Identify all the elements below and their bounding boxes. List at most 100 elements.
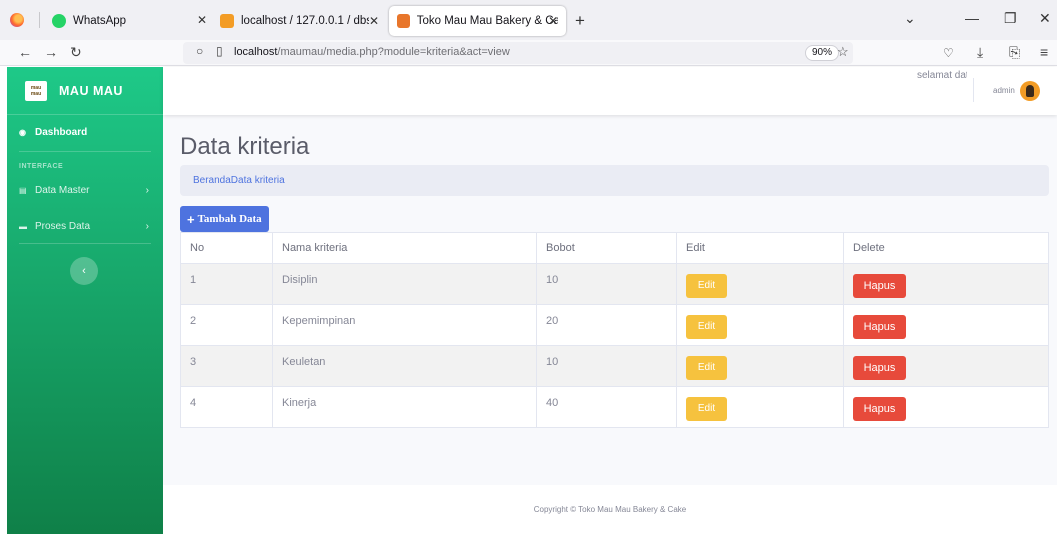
page-info-icon[interactable]: ▯ xyxy=(216,44,223,58)
topbar: selamat datang admin xyxy=(163,67,1057,115)
forward-arrow-icon[interactable]: → xyxy=(44,44,58,60)
main-content: selamat datang admin Data kriteria Beran… xyxy=(163,67,1057,534)
column-header-nama[interactable]: Nama kriteria xyxy=(272,232,537,264)
sidebar-divider xyxy=(19,151,151,152)
cell-edit: Edit xyxy=(676,304,844,346)
sidebar-brand[interactable]: mau mau MAU MAU xyxy=(7,67,163,115)
download-icon[interactable]: ⤓ xyxy=(977,44,983,61)
pocket-icon[interactable]: ♡ xyxy=(943,46,954,60)
cell-delete: Hapus xyxy=(843,263,1049,305)
folder-icon: ▬ xyxy=(19,221,27,231)
tab-list-chevron-icon[interactable]: ⌄ xyxy=(904,10,916,27)
criteria-table: No Nama kriteria Bobot Edit Delete 1 Dis… xyxy=(180,232,1049,428)
restore-icon[interactable]: ❐ xyxy=(1004,10,1017,27)
table-header-row: No Nama kriteria Bobot Edit Delete xyxy=(180,232,1049,264)
tab-phpmyadmin[interactable]: localhost / 127.0.0.1 / dbs_mau ✕ xyxy=(212,6,387,36)
delete-button[interactable]: Hapus xyxy=(853,356,906,380)
sidebar-item-label: Data Master xyxy=(35,184,90,196)
user-avatar[interactable] xyxy=(1020,81,1040,101)
cell-no: 2 xyxy=(180,304,273,346)
cell-edit: Edit xyxy=(676,263,844,305)
close-tab-icon[interactable]: ✕ xyxy=(548,14,558,28)
cell-nama: Disiplin xyxy=(272,263,537,305)
greeting-text: selamat datang xyxy=(917,70,967,81)
cell-no: 4 xyxy=(180,386,273,428)
sidebar-heading: INTERFACE xyxy=(19,163,64,170)
cell-delete: Hapus xyxy=(843,304,1049,346)
cell-edit: Edit xyxy=(676,345,844,387)
sidebar: mau mau MAU MAU ◉ Dashboard INTERFACE ▤ … xyxy=(7,67,163,534)
column-header-edit[interactable]: Edit xyxy=(676,232,844,264)
cell-delete: Hapus xyxy=(843,386,1049,428)
sidebar-toggle-button[interactable]: ‹ xyxy=(70,257,98,285)
column-header-no[interactable]: No xyxy=(180,232,273,264)
tab-toko-mau-mau[interactable]: Toko Mau Mau Bakery & Cake ✕ xyxy=(389,6,566,36)
tab-whatsapp[interactable]: WhatsApp xyxy=(44,6,194,36)
cell-nama: Keuletan xyxy=(272,345,537,387)
cell-no: 1 xyxy=(180,263,273,305)
copyright-text: Copyright © Toko Mau Mau Bakery & Cake xyxy=(533,505,687,514)
shop-icon xyxy=(397,14,410,28)
cell-edit: Edit xyxy=(676,386,844,428)
footer: Copyright © Toko Mau Mau Bakery & Cake xyxy=(163,485,1057,534)
cell-nama: Kinerja xyxy=(272,386,537,428)
edit-button[interactable]: Edit xyxy=(686,356,727,380)
user-name[interactable]: admin xyxy=(993,86,1015,95)
tab-separator xyxy=(39,12,40,28)
sidebar-item-data-master[interactable]: ▤ Data Master › xyxy=(7,178,163,202)
extensions-icon[interactable]: ⎘ xyxy=(1009,44,1020,61)
plus-icon: + xyxy=(187,211,195,227)
tab-label: localhost / 127.0.0.1 / dbs_mau xyxy=(241,15,369,27)
cell-bobot: 40 xyxy=(536,386,677,428)
breadcrumb[interactable]: BerandaData kriteria xyxy=(180,165,1049,196)
cell-bobot: 20 xyxy=(536,304,677,346)
sidebar-item-dashboard[interactable]: ◉ Dashboard xyxy=(7,120,163,144)
phpmyadmin-icon xyxy=(220,14,234,28)
minimize-icon[interactable]: — xyxy=(965,10,979,26)
cell-delete: Hapus xyxy=(843,345,1049,387)
database-icon: ▤ xyxy=(19,185,27,195)
firefox-icon[interactable] xyxy=(10,13,24,27)
cell-no: 3 xyxy=(180,345,273,387)
delete-button[interactable]: Hapus xyxy=(853,274,906,298)
close-tab-icon[interactable]: ✕ xyxy=(197,13,207,27)
chevron-left-icon: ‹ xyxy=(82,265,86,277)
tab-label: Toko Mau Mau Bakery & Cake xyxy=(416,15,558,27)
zoom-level-badge[interactable]: 90% xyxy=(805,45,840,61)
table-row: 3 Keuletan 10 Edit Hapus xyxy=(180,345,1049,387)
brand-name: MAU MAU xyxy=(59,83,123,98)
sidebar-item-label: Dashboard xyxy=(35,126,88,138)
sidebar-divider xyxy=(19,243,151,244)
whatsapp-icon xyxy=(52,14,66,28)
sidebar-item-proses-data[interactable]: ▬ Proses Data › xyxy=(7,214,163,238)
chevron-right-icon: › xyxy=(145,220,149,232)
close-window-icon[interactable]: ✕ xyxy=(1039,10,1051,27)
cell-bobot: 10 xyxy=(536,345,677,387)
page-title: Data kriteria xyxy=(180,133,310,160)
delete-button[interactable]: Hapus xyxy=(853,397,906,421)
table-row: 1 Disiplin 10 Edit Hapus xyxy=(180,263,1049,305)
new-tab-button[interactable]: + xyxy=(575,11,585,31)
sidebar-item-label: Proses Data xyxy=(35,220,91,232)
table-row: 2 Kepemimpinan 20 Edit Hapus xyxy=(180,304,1049,346)
column-header-delete[interactable]: Delete xyxy=(843,232,1049,264)
browser-tab-strip: WhatsApp ✕ localhost / 127.0.0.1 / dbs_m… xyxy=(0,0,1057,40)
edit-button[interactable]: Edit xyxy=(686,315,727,339)
reload-icon[interactable]: ↻ xyxy=(70,44,82,61)
column-header-bobot[interactable]: Bobot xyxy=(536,232,677,264)
tab-label: WhatsApp xyxy=(73,15,127,27)
delete-button[interactable]: Hapus xyxy=(853,315,906,339)
topbar-divider xyxy=(973,78,974,102)
edit-button[interactable]: Edit xyxy=(686,397,727,421)
back-arrow-icon[interactable]: ← xyxy=(18,44,32,60)
edit-button[interactable]: Edit xyxy=(686,274,727,298)
url-text[interactable]: localhost/maumau/media.php?module=kriter… xyxy=(234,46,510,58)
cell-nama: Kepemimpinan xyxy=(272,304,537,346)
tracking-shield-icon[interactable]: ○ xyxy=(196,44,203,58)
add-data-button[interactable]: + Tambah Data xyxy=(180,206,269,232)
dashboard-icon: ◉ xyxy=(19,127,26,137)
bookmark-star-icon[interactable]: ☆ xyxy=(837,44,849,60)
brand-logo: mau mau xyxy=(25,80,47,101)
menu-icon[interactable]: ≡ xyxy=(1040,44,1048,60)
close-tab-icon[interactable]: ✕ xyxy=(369,14,379,28)
